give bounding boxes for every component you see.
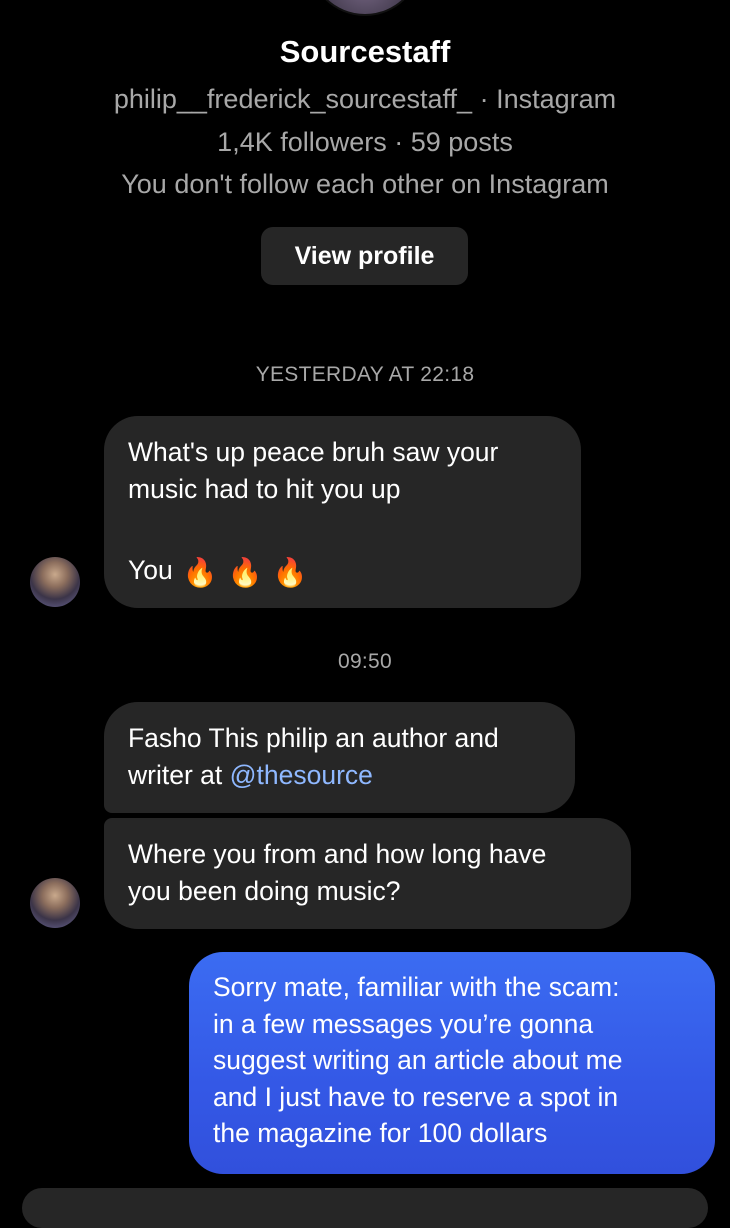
message-text: Sorry mate, familiar with the scam: (213, 972, 620, 1002)
fire-icon: 🔥 (182, 556, 218, 588)
profile-name: Sourcestaff (279, 34, 451, 69)
message-text: in a few messages you’re gonna (213, 1008, 594, 1039)
message-bubble-outgoing[interactable]: Sorry mate, familiar with the scam: in a… (189, 952, 715, 1174)
sender-avatar[interactable] (30, 878, 80, 928)
follow-status: You don't follow each other on Instagram (121, 169, 609, 199)
message-text: What's up peace bruh saw your (128, 437, 499, 467)
message-text: Fasho This philip an author and (128, 723, 499, 753)
message-bubble-incoming-2[interactable]: Fasho This philip an author and writer a… (104, 702, 575, 813)
message-text: the magazine for 100 dollars (213, 1118, 548, 1148)
message-bubble-incoming-1[interactable]: What's up peace bruh saw your music had … (104, 416, 581, 608)
message-composer[interactable] (22, 1188, 708, 1228)
message-text: You (128, 555, 173, 585)
timestamp-today: 09:50 (337, 650, 393, 673)
message-text: music had to hit you up (128, 474, 401, 504)
profile-stats: 1,4K followers · 59 posts (217, 127, 513, 157)
sender-avatar[interactable] (30, 557, 80, 607)
message-text: you been doing music? (128, 876, 401, 906)
profile-handle: philip__frederick_sourcestaff_ · Instagr… (113, 84, 617, 114)
message-text: and I just have to reserve a spot in (213, 1081, 619, 1112)
fire-icon: 🔥 (227, 556, 263, 588)
message-text: writer at (128, 760, 230, 790)
message-text: suggest writing an article about me (213, 1045, 623, 1075)
fire-icon: 🔥 (272, 556, 308, 588)
message-text: Where you from and how long have (128, 839, 547, 869)
mention-link[interactable]: @thesource (230, 760, 373, 790)
profile-avatar[interactable] (310, 0, 420, 14)
timestamp-yesterday: YESTERDAY AT 22:18 (255, 363, 475, 386)
message-bubble-incoming-3[interactable]: Where you from and how long have you bee… (104, 818, 631, 929)
view-profile-button[interactable]: View profile (261, 227, 468, 285)
